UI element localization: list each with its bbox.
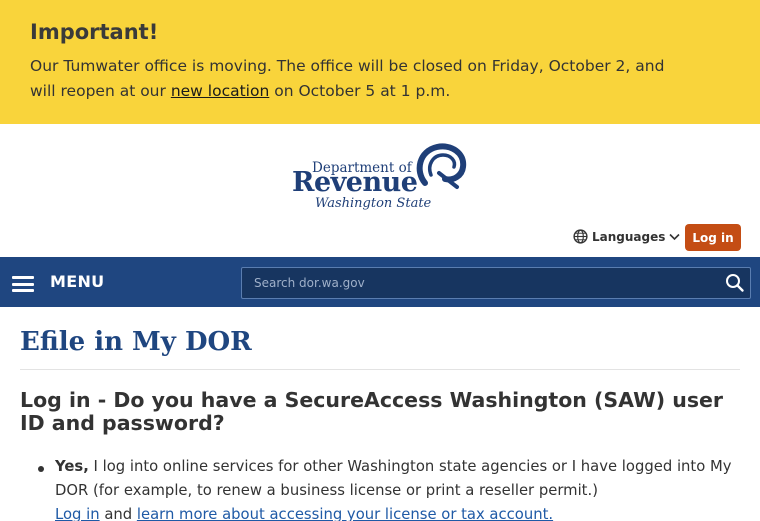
bullet-icon	[38, 466, 44, 472]
page-title: Efile in My DOR	[20, 327, 252, 357]
learn-more-link[interactable]: learn more about accessing your license …	[137, 506, 553, 521]
title-divider	[20, 369, 740, 370]
menu-label: MENU	[50, 272, 105, 291]
languages-dropdown[interactable]: Languages	[573, 229, 680, 244]
languages-label: Languages	[592, 229, 666, 244]
new-location-link[interactable]: new location	[171, 82, 269, 100]
dor-logo[interactable]: Department of Revenue Washington State	[292, 143, 470, 215]
chevron-down-icon	[669, 233, 680, 240]
alert-message: Our Tumwater office is moving. The offic…	[30, 54, 690, 104]
option-yes-text: I log into online services for other Was…	[55, 458, 732, 499]
option-list-item: Yes, I log into online services for othe…	[38, 455, 745, 521]
alert-banner: Important! Our Tumwater office is moving…	[0, 0, 760, 124]
hamburger-icon	[12, 276, 34, 292]
login-button[interactable]: Log in	[685, 224, 741, 251]
and-text: and	[99, 506, 137, 521]
swoosh-logo-icon	[416, 143, 467, 189]
search-box	[241, 267, 751, 299]
alert-title: Important!	[30, 20, 159, 44]
alert-text-after: on October 5 at 1 p.m.	[269, 82, 451, 100]
menu-button[interactable]: MENU	[12, 271, 104, 292]
search-input[interactable]	[242, 268, 718, 298]
logo-line-revenue: Revenue	[292, 167, 418, 198]
login-link[interactable]: Log in	[55, 506, 100, 521]
login-question-heading: Log in - Do you have a SecureAccess Wash…	[20, 388, 724, 435]
globe-icon	[573, 229, 588, 244]
logo-line-washington: Washington State	[315, 196, 432, 211]
main-nav: MENU	[0, 257, 760, 307]
option-yes-label: Yes,	[55, 458, 89, 475]
search-icon[interactable]	[724, 273, 746, 293]
